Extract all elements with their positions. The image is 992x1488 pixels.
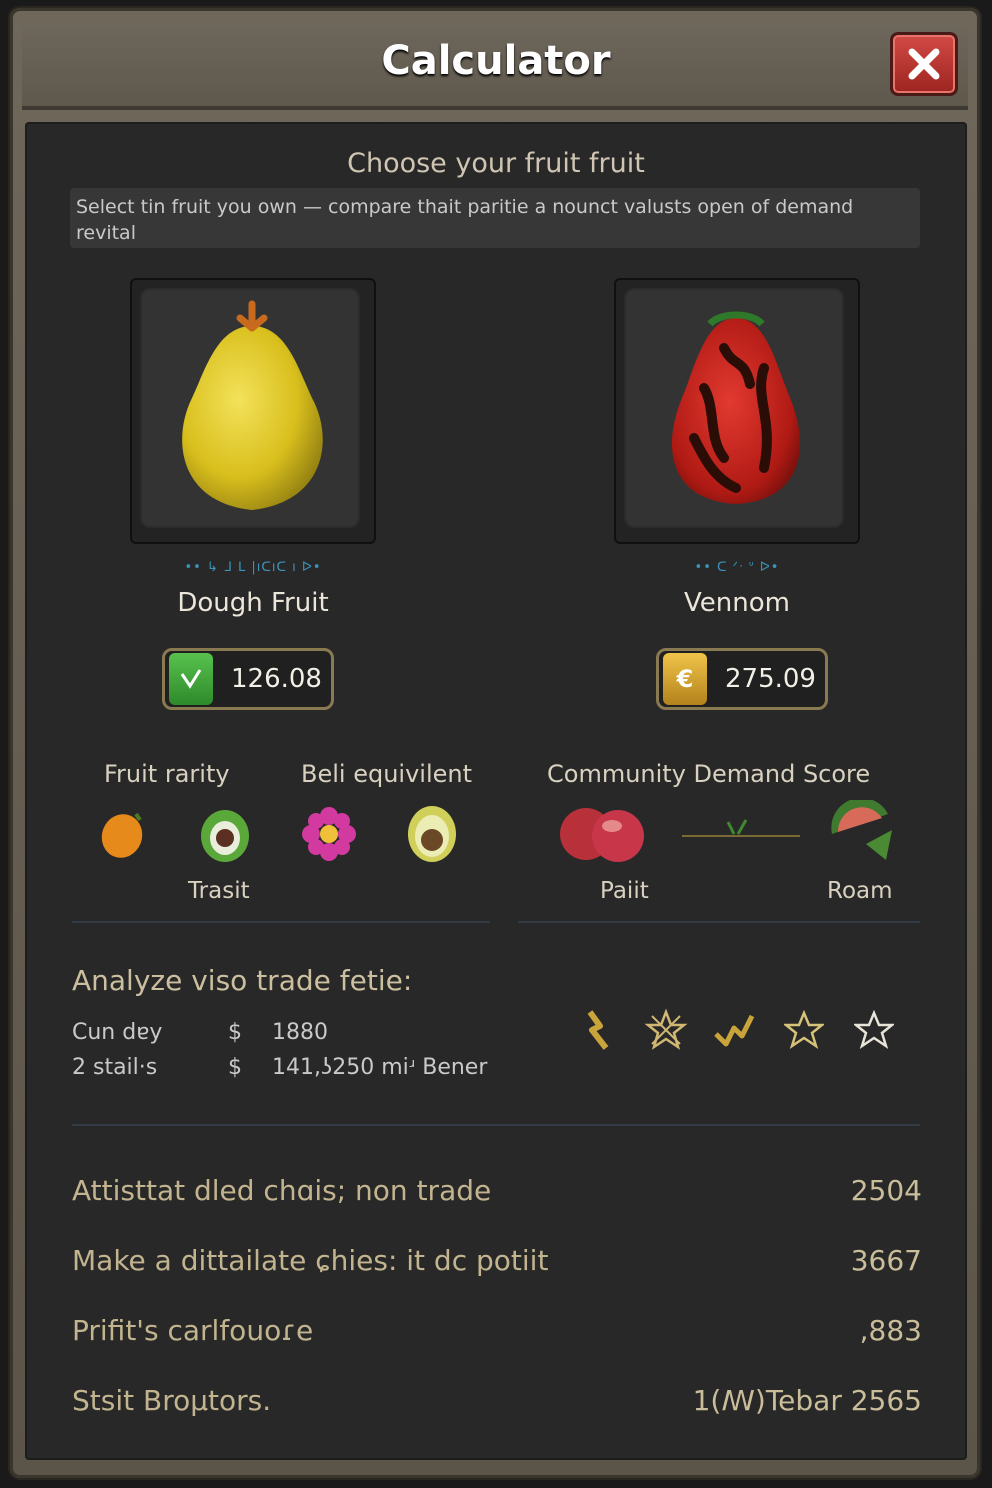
analyze-row-value: 141,ʖ250 miʴ Bener bbox=[272, 1055, 488, 1080]
trasit-label: Trasit bbox=[188, 878, 250, 904]
analyze-row-label: 2 stail·s bbox=[72, 1055, 158, 1080]
analyze-title: Analyze viso trade fetie: bbox=[72, 964, 413, 997]
fruit-card-inner bbox=[140, 288, 360, 528]
stat-label: Make a dittailate ɕhies: it dc potiit bbox=[72, 1244, 549, 1277]
check-swirl-icon[interactable] bbox=[712, 1008, 756, 1052]
window-title: Calculator bbox=[381, 38, 611, 84]
venom-fruit-icon bbox=[671, 311, 801, 504]
stat-label: Attisttat dled chɑis; non trade bbox=[72, 1174, 492, 1207]
stat-value: ,883 bbox=[859, 1314, 922, 1347]
stat-label: Stsit Broμtors. bbox=[72, 1384, 272, 1417]
value-pill-venom: € 275.09 bbox=[656, 648, 828, 710]
stat-value: 2504 bbox=[850, 1174, 922, 1207]
cut-fruit-icon bbox=[201, 810, 249, 862]
community-demand-label: Community Demand Score bbox=[547, 760, 871, 788]
avocado-icon bbox=[408, 806, 456, 862]
divider-stats bbox=[72, 1124, 920, 1126]
fruit-tiny-text: •• ᑕ ᐟᐧ ᐡ ᐅ• bbox=[694, 560, 780, 575]
melon-slice-icon bbox=[831, 800, 892, 860]
roam-label: Roam bbox=[827, 878, 893, 904]
fruit-rarity-label: Fruit rarity bbox=[104, 760, 230, 788]
star-outline-icon[interactable] bbox=[784, 1010, 824, 1050]
check-arrow-icon bbox=[169, 653, 213, 705]
fruit-card-dough[interactable] bbox=[130, 278, 376, 544]
stat-value: 3667 bbox=[850, 1244, 922, 1277]
euro-coin-icon: € bbox=[663, 653, 707, 705]
close-icon bbox=[908, 48, 940, 80]
analyze-row-value: 1880 bbox=[272, 1020, 328, 1045]
fruit-value-dough: 126.08 bbox=[231, 664, 322, 694]
fruit-name-venom: Vennom bbox=[684, 588, 790, 618]
divider-right bbox=[518, 921, 920, 923]
stat-label: Prifit's carlfouoɾe bbox=[72, 1314, 314, 1347]
description-box: Select tin fruit you own — compare thait… bbox=[70, 188, 920, 248]
fruit-name-dough: Dough Fruit bbox=[177, 588, 329, 618]
fruit-card-inner bbox=[624, 288, 844, 528]
beli-equivalent-label: Beli equivilent bbox=[301, 760, 472, 788]
star-outline-icon[interactable] bbox=[854, 1010, 894, 1050]
close-button[interactable] bbox=[890, 32, 958, 96]
spark-star-icon[interactable] bbox=[644, 1008, 688, 1052]
flower-icon bbox=[302, 807, 356, 861]
fruit-value-venom: 275.09 bbox=[725, 664, 816, 694]
analyze-row-currency: $ bbox=[228, 1020, 242, 1045]
fruit-tiny-text: •• ↳ ᒧ ᒪ |ıᑕıᑕ ı ᐅ• bbox=[184, 560, 322, 575]
analyze-row-currency: $ bbox=[228, 1055, 242, 1080]
bolt-icon[interactable] bbox=[578, 1008, 618, 1052]
choose-fruit-heading: Choose your fruit fruit bbox=[347, 148, 645, 179]
fruit-card-venom[interactable] bbox=[614, 278, 860, 544]
peach-icon bbox=[560, 808, 644, 862]
divider-left bbox=[72, 921, 490, 923]
value-pill-dough: 126.08 bbox=[162, 648, 334, 710]
divider-sprout-icon bbox=[682, 819, 800, 837]
dough-fruit-icon bbox=[182, 300, 323, 510]
orange-fruit-icon bbox=[101, 812, 143, 858]
paiit-label: Paiit bbox=[600, 878, 649, 904]
stat-value: 1(ꟿ)Tebar 2565 bbox=[692, 1384, 922, 1417]
analyze-row-label: Cun dɐy bbox=[72, 1020, 163, 1045]
